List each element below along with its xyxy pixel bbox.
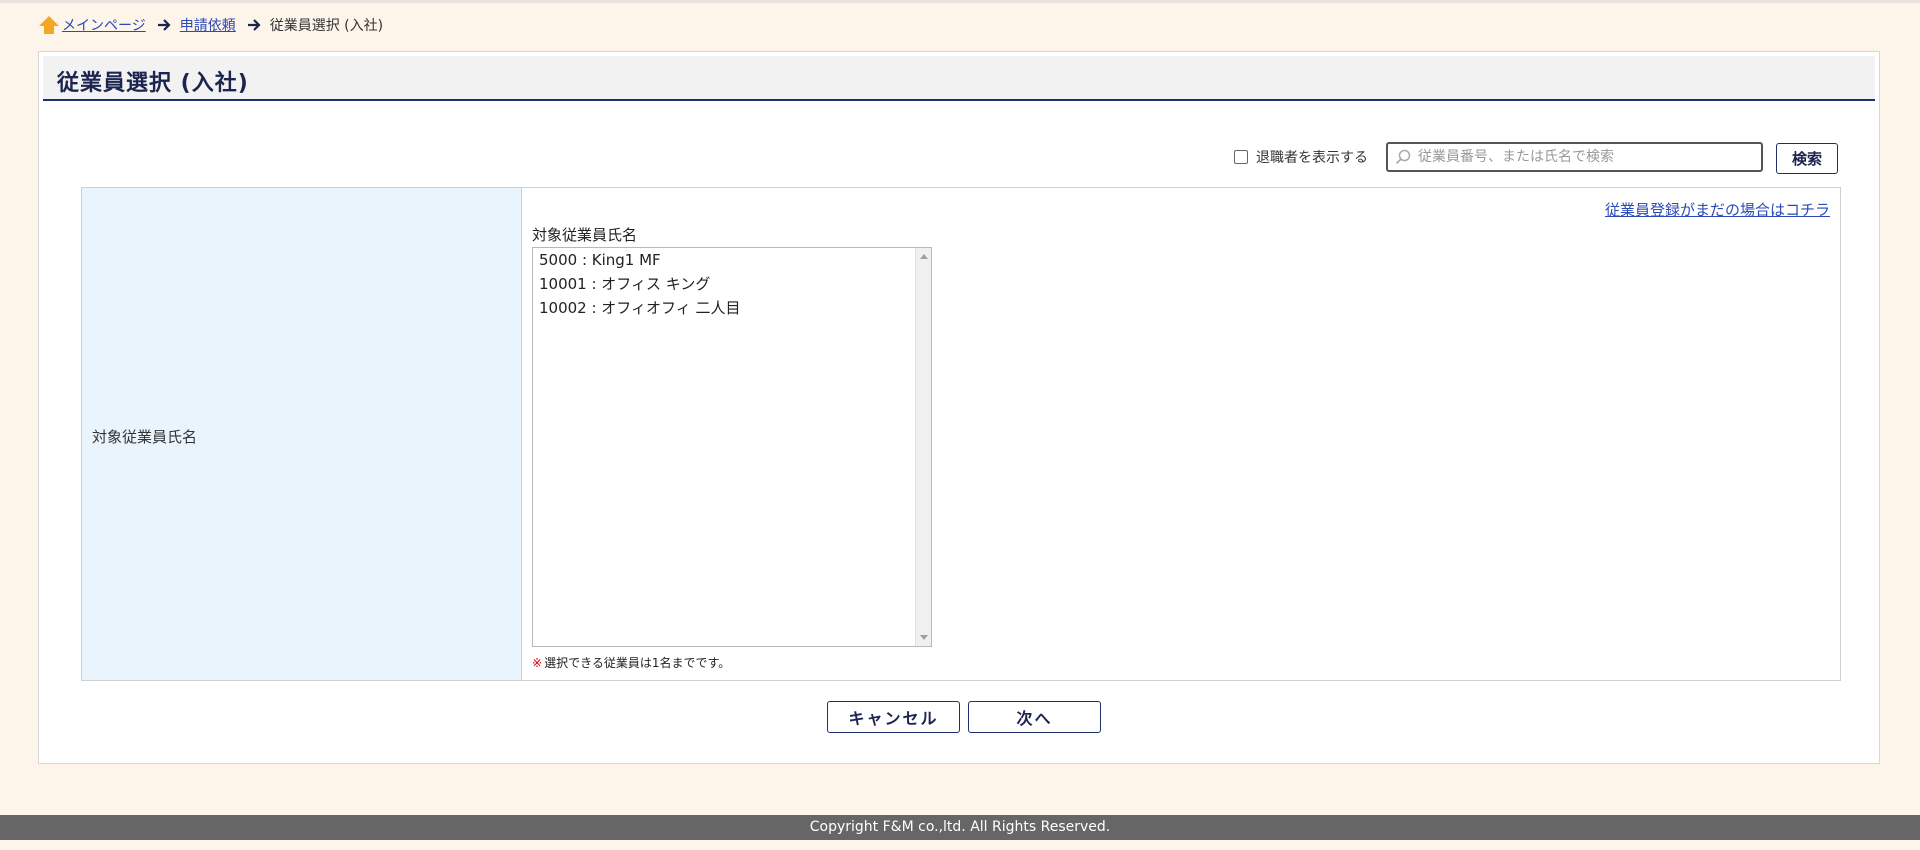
top-border	[0, 0, 1920, 3]
employee-list-label: 対象従業員氏名	[532, 226, 638, 244]
search-button[interactable]: 検索	[1776, 143, 1838, 174]
search-box[interactable]	[1386, 142, 1763, 172]
scroll-up-icon[interactable]	[920, 254, 928, 259]
breadcrumb-request-link[interactable]: 申請依頼	[180, 15, 236, 35]
register-employee-link[interactable]: 従業員登録がまだの場合はコチラ	[1605, 199, 1830, 220]
page-title: 従業員選択 (入社)	[57, 71, 249, 96]
list-item[interactable]: 10001 : オフィス キング	[533, 272, 931, 296]
list-item[interactable]: 10002 : オフィオフィ 二人目	[533, 296, 931, 320]
scroll-down-icon[interactable]	[920, 635, 928, 640]
list-item[interactable]: 5000 : King1 MF	[533, 248, 931, 272]
home-icon[interactable]	[38, 14, 60, 36]
search-input[interactable]	[1416, 148, 1760, 166]
breadcrumb: メインページ 申請依頼 従業員選択 (入社)	[38, 12, 383, 38]
arrow-right-icon	[157, 19, 171, 31]
show-retired-checkbox[interactable]	[1234, 150, 1248, 164]
arrow-right-icon	[247, 19, 261, 31]
next-button[interactable]: 次へ	[968, 701, 1101, 733]
row-label-cell: 対象従業員氏名	[82, 188, 522, 680]
show-retired-label: 退職者を表示する	[1256, 150, 1368, 166]
note-text: 選択できる従業員は1名までです。	[544, 656, 731, 670]
row-label: 対象従業員氏名	[92, 428, 198, 446]
panel-header: 従業員選択 (入社)	[43, 56, 1875, 101]
note-mark: ※	[532, 656, 543, 670]
employee-listbox[interactable]: 5000 : King1 MF 10001 : オフィス キング 10002 :…	[532, 247, 932, 647]
breadcrumb-current: 従業員選択 (入社)	[269, 18, 384, 34]
cancel-button[interactable]: キャンセル	[827, 701, 960, 733]
employee-form-table: 対象従業員氏名 従業員登録がまだの場合はコチラ 対象従業員氏名 5000 : K…	[81, 187, 1841, 681]
breadcrumb-home-link[interactable]: メインページ	[62, 15, 146, 35]
show-retired-toggle[interactable]: 退職者を表示する	[1234, 147, 1368, 167]
row-value-cell: 従業員登録がまだの場合はコチラ 対象従業員氏名 5000 : King1 MF …	[522, 188, 1840, 680]
footer-copyright: Copyright F&M co.,ltd. All Rights Reserv…	[0, 815, 1920, 840]
search-icon	[1395, 149, 1411, 165]
selection-note: ※ 選択できる従業員は1名までです。	[532, 654, 730, 671]
main-panel: 従業員選択 (入社) 退職者を表示する 検索 対象従業員氏名 従業員登録がまだの…	[38, 51, 1880, 764]
listbox-scrollbar[interactable]	[915, 248, 931, 646]
